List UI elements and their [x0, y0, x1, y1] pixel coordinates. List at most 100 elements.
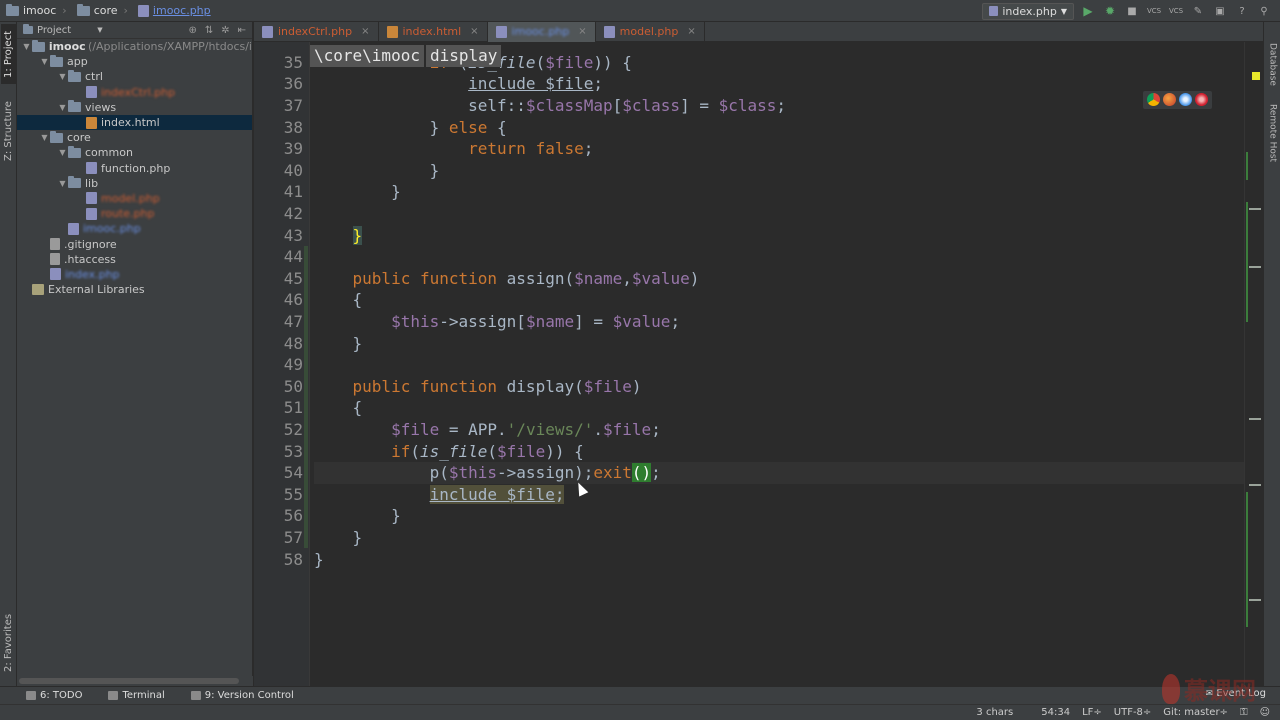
editor-tab[interactable]: index.html × [379, 21, 488, 42]
gear-icon[interactable]: ✲ [221, 25, 229, 36]
lock-icon[interactable]: ⚿ [1240, 707, 1248, 718]
version-control-button[interactable]: 9: Version Control [183, 690, 302, 701]
editor-tab[interactable]: model.php × [596, 21, 705, 42]
structure-button[interactable]: ▣ [1212, 3, 1228, 19]
breadcrumb-method[interactable]: display [425, 45, 502, 67]
change-marker[interactable] [1246, 152, 1248, 180]
code-line[interactable]: include $file; [314, 73, 1263, 95]
vcs-change-marker[interactable] [304, 375, 308, 549]
tree-item[interactable]: External Libraries [17, 282, 252, 297]
todo-button[interactable]: 6: TODO [18, 690, 90, 701]
code-line[interactable]: } [314, 160, 1263, 182]
status-git-branch[interactable]: Git: master÷ [1163, 707, 1228, 718]
close-icon[interactable]: × [470, 26, 478, 37]
project-scrollbar[interactable] [17, 676, 253, 686]
tree-item[interactable]: .gitignore [17, 236, 252, 251]
close-icon[interactable]: × [687, 26, 695, 37]
chrome-icon[interactable] [1147, 93, 1160, 106]
tree-item[interactable]: indexCtrl.php [17, 85, 252, 100]
code-line[interactable]: public function assign($name,$value) [314, 268, 1263, 290]
editor-tab[interactable]: imooc.php × [487, 21, 596, 42]
run-button[interactable]: ▶ [1080, 3, 1096, 19]
change-marker[interactable] [1246, 202, 1248, 322]
error-stripe-mark[interactable] [1249, 418, 1261, 420]
collapse-icon[interactable]: ⇅ [205, 25, 213, 36]
project-view-select[interactable]: Project ▼ [23, 24, 103, 36]
expand-arrow-icon[interactable]: ▼ [39, 57, 50, 66]
error-stripe[interactable] [1244, 42, 1263, 686]
tree-item[interactable]: index.php [17, 267, 252, 282]
tree-item[interactable]: ▼ lib [17, 176, 252, 191]
code-line[interactable]: } [314, 181, 1263, 203]
code-line[interactable]: } [314, 225, 1263, 247]
tree-item[interactable]: route.php [17, 206, 252, 221]
stop-button[interactable]: ■ [1124, 3, 1140, 19]
change-marker[interactable] [1246, 492, 1248, 627]
code-line[interactable]: } [314, 505, 1263, 527]
tab-database[interactable]: Database [1265, 40, 1280, 88]
expand-arrow-icon[interactable]: ▼ [39, 133, 50, 142]
hide-icon[interactable]: ⇤ [238, 25, 246, 36]
code-area[interactable]: if (is_file($file)) { include $file; sel… [314, 42, 1263, 686]
code-line[interactable]: { [314, 397, 1263, 419]
warning-indicator-icon[interactable] [1252, 72, 1260, 80]
code-line[interactable] [314, 246, 1263, 268]
error-stripe-mark[interactable] [1249, 208, 1261, 210]
expand-arrow-icon[interactable]: ▼ [57, 103, 68, 112]
code-line[interactable]: } [314, 527, 1263, 549]
tree-item[interactable]: ▼ app [17, 54, 252, 69]
tree-item[interactable]: ▼ core [17, 130, 252, 145]
expand-arrow-icon[interactable]: ▼ [57, 148, 68, 157]
tab-structure[interactable]: Z: Structure [1, 98, 16, 164]
close-icon[interactable]: × [578, 26, 586, 37]
tree-item[interactable]: function.php [17, 161, 252, 176]
breadcrumb-namespace[interactable]: \core\imooc [310, 45, 424, 67]
firefox-icon[interactable] [1163, 93, 1176, 106]
inspection-icon[interactable]: ☺ [1260, 707, 1270, 718]
code-line[interactable]: { [314, 289, 1263, 311]
code-line[interactable]: } else { [314, 117, 1263, 139]
line-number-gutter[interactable]: 35 36 37 38 39 40 41 42 43 44 45 46 47 48 49 50 51 52 53 54… [254, 42, 310, 686]
error-stripe-mark[interactable] [1249, 484, 1261, 486]
tab-favorites[interactable]: 2: Favorites [1, 610, 16, 676]
code-line[interactable] [314, 203, 1263, 225]
code-line[interactable]: p($this->assign);exit(); [314, 462, 1263, 484]
tree-item[interactable]: .htaccess [17, 252, 252, 267]
run-config-select[interactable]: index.php ▼ [982, 2, 1074, 20]
code-line[interactable]: } [314, 549, 1263, 571]
tab-remote-host[interactable]: Remote Host [1265, 98, 1280, 168]
nav-crumb-core[interactable]: core › [71, 0, 132, 22]
tree-item[interactable]: model.php [17, 191, 252, 206]
close-icon[interactable]: × [361, 26, 369, 37]
settings-button[interactable]: ✎ [1190, 3, 1206, 19]
scrollbar-thumb[interactable] [19, 678, 239, 684]
code-editor[interactable]: 35 36 37 38 39 40 41 42 43 44 45 46 47 48 49 50 51 52 53 54… [254, 42, 1263, 686]
code-line[interactable]: public function display($file) [314, 376, 1263, 398]
nav-crumb-imooc[interactable]: imooc › [0, 0, 71, 22]
status-caret-position[interactable]: 54:34 [1041, 707, 1070, 718]
tree-item[interactable]: ▼ imooc (/Applications/XAMPP/htdocs/i [17, 39, 252, 54]
debug-button[interactable]: ✹ [1102, 3, 1118, 19]
tree-item[interactable]: index.html [17, 114, 252, 131]
code-line[interactable]: self::$classMap[$class] = $class; [314, 95, 1263, 117]
code-line[interactable]: } [314, 333, 1263, 355]
tree-item[interactable]: ▼ common [17, 145, 252, 160]
code-line[interactable]: if(is_file($file)) { [314, 441, 1263, 463]
vcs-commit-button[interactable]: VCS [1168, 3, 1184, 19]
tab-project[interactable]: 1: Project [1, 24, 16, 84]
code-line[interactable]: $file = APP.'/views/'.$file; [314, 419, 1263, 441]
search-everywhere-button[interactable]: ⚲ [1256, 3, 1272, 19]
nav-crumb-file[interactable]: imooc.php [132, 0, 215, 22]
expand-arrow-icon[interactable]: ▼ [57, 179, 68, 188]
code-line[interactable]: $this->assign[$name] = $value; [314, 311, 1263, 333]
tree-item[interactable]: imooc.php [17, 221, 252, 236]
vcs-change-marker[interactable] [304, 246, 308, 376]
help-button[interactable]: ? [1234, 3, 1250, 19]
vcs-update-button[interactable]: VCS [1146, 3, 1162, 19]
error-stripe-mark[interactable] [1249, 599, 1261, 601]
terminal-button[interactable]: Terminal [100, 690, 172, 701]
error-stripe-mark[interactable] [1249, 266, 1261, 268]
editor-tab[interactable]: indexCtrl.php × [254, 21, 379, 42]
opera-icon[interactable] [1195, 93, 1208, 106]
tree-item[interactable]: ▼ views [17, 100, 252, 115]
